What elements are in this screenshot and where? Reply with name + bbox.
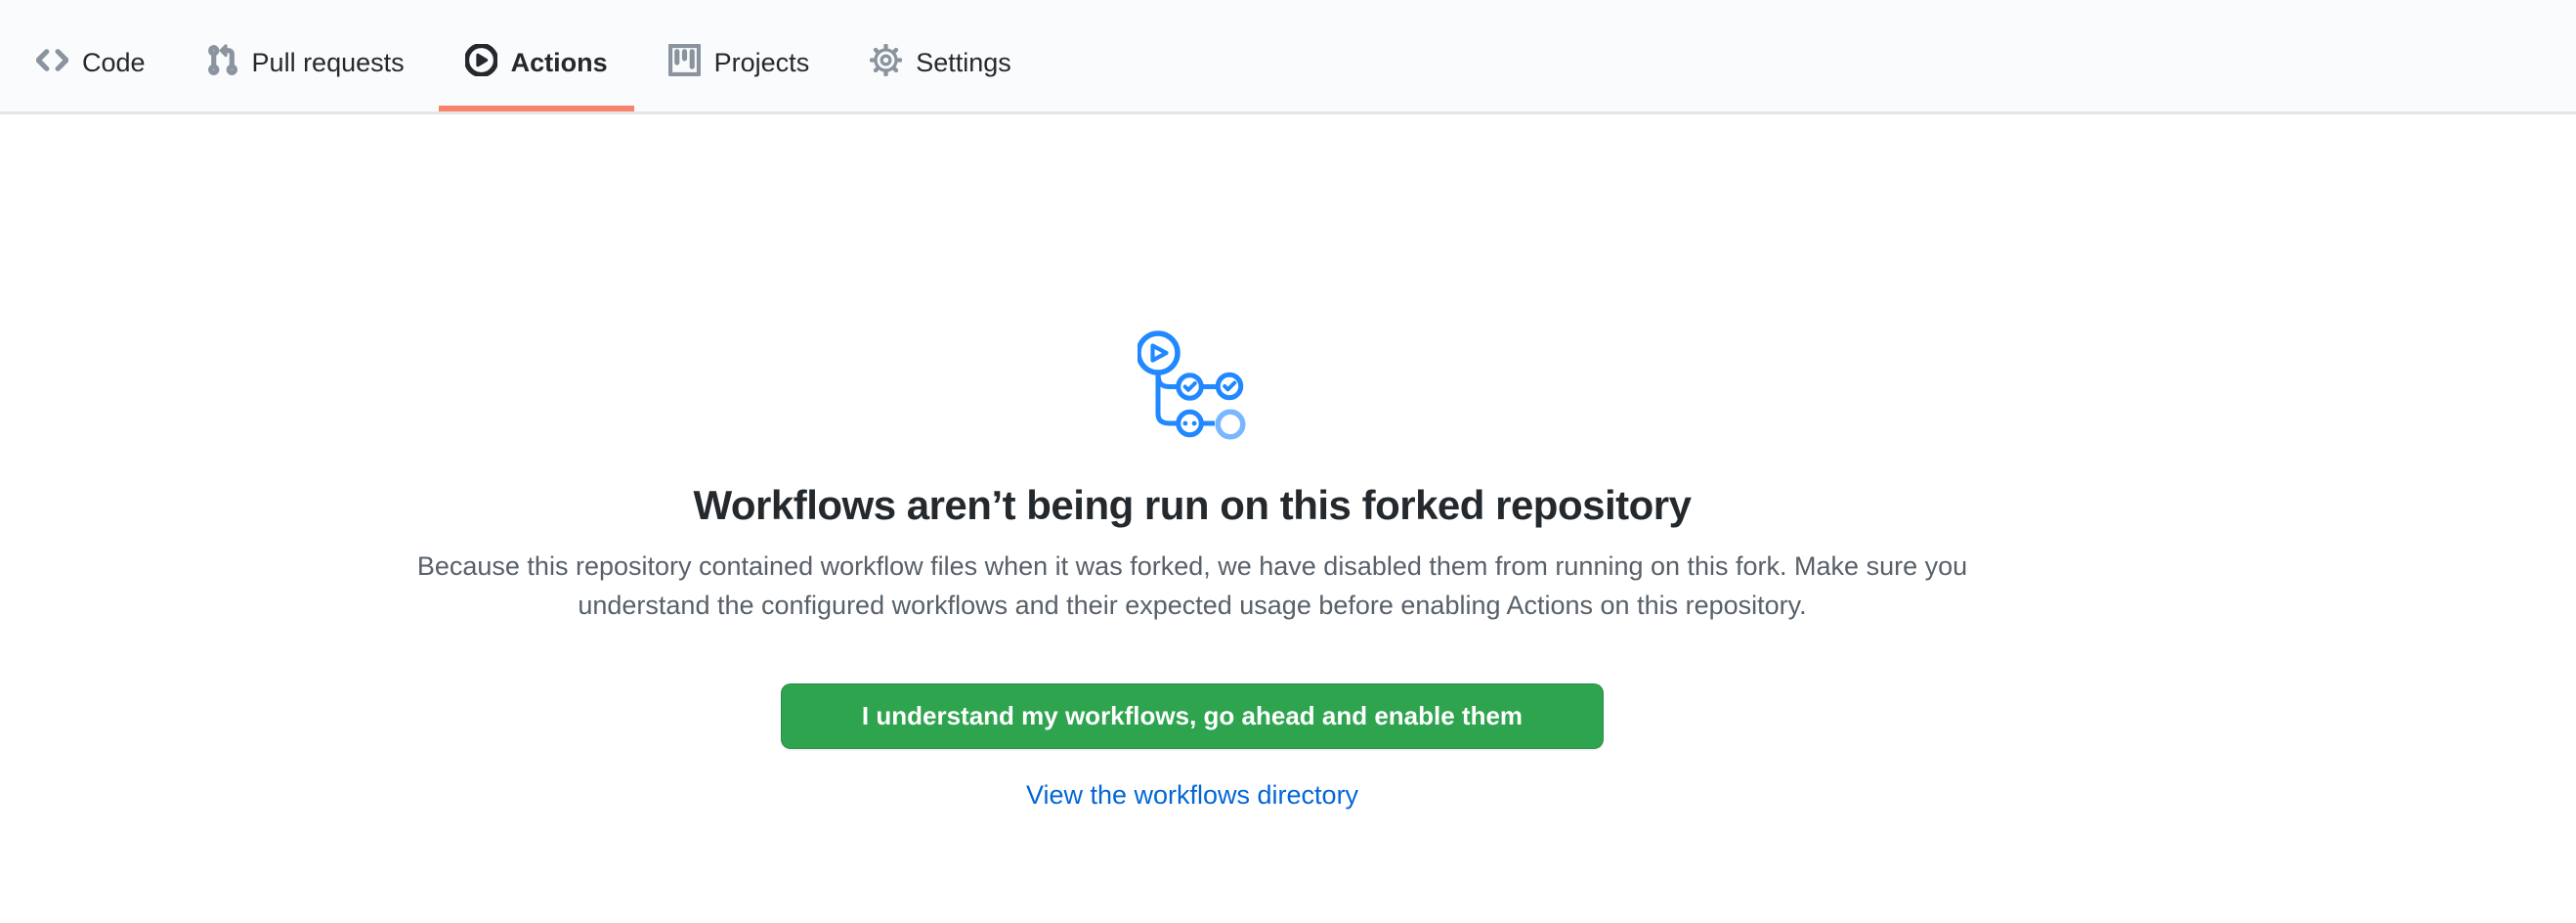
workflows-directory-link[interactable]: View the workflows directory	[1026, 780, 1358, 810]
blankslate-title: Workflows aren’t being run on this forke…	[0, 480, 2384, 531]
enable-workflows-button[interactable]: I understand my workflows, go ahead and …	[781, 683, 1604, 749]
tab-code-label: Code	[82, 50, 146, 76]
tab-pull-requests-label: Pull requests	[252, 50, 405, 76]
tab-projects-label: Projects	[714, 50, 810, 76]
gear-icon	[870, 44, 902, 81]
enable-button-row: I understand my workflows, go ahead and …	[0, 625, 2384, 749]
repo-tab-bar: Code Pull requests Actions Projects	[0, 0, 2576, 114]
tab-actions-label: Actions	[511, 50, 608, 76]
tab-actions[interactable]: Actions	[439, 0, 634, 111]
actions-blankslate: Workflows aren’t being run on this forke…	[0, 330, 2384, 811]
workflows-directory-link-row: View the workflows directory	[0, 780, 2384, 811]
git-pull-request-icon	[206, 44, 238, 81]
tab-code[interactable]: Code	[10, 0, 172, 111]
tab-settings[interactable]: Settings	[843, 0, 1038, 111]
project-icon	[668, 44, 701, 81]
tab-projects[interactable]: Projects	[642, 0, 837, 111]
code-icon	[36, 44, 68, 81]
tab-settings-label: Settings	[916, 50, 1011, 76]
blankslate-description: Because this repository contained workfl…	[401, 547, 1984, 625]
play-icon	[465, 44, 497, 81]
workflow-graph-icon	[0, 330, 2384, 445]
tab-pull-requests[interactable]: Pull requests	[180, 0, 431, 111]
